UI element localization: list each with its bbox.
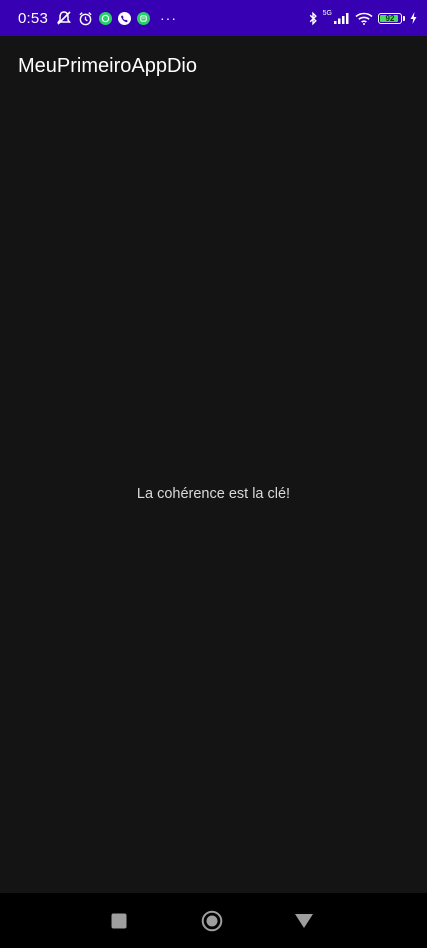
status-time: 0:53 [18, 9, 48, 27]
home-button[interactable] [196, 905, 228, 937]
battery-icon: 92 [378, 12, 402, 24]
status-bar: 0:53 ··· 5G 92 [0, 0, 427, 36]
mute-icon [56, 10, 72, 26]
recents-icon [111, 913, 127, 929]
phone-call-icon [118, 11, 131, 25]
recents-button[interactable] [103, 905, 135, 937]
network-type-label: 5G [322, 9, 332, 17]
home-icon [201, 910, 223, 932]
whatsapp-icon-2 [137, 11, 150, 25]
bluetooth-icon [308, 11, 318, 26]
signal-icon [334, 12, 350, 24]
whatsapp-icon [99, 11, 112, 25]
alarm-icon [78, 11, 93, 26]
app-title: MeuPrimeiroAppDio [18, 54, 197, 77]
battery-level-text: 92 [385, 13, 395, 23]
more-notifications-indicator: ··· [160, 10, 177, 26]
status-bar-right: 5G 92 [308, 9, 417, 26]
navigation-bar [0, 893, 427, 948]
back-icon [295, 914, 313, 928]
back-button[interactable] [288, 905, 320, 937]
app-screen: 0:53 ··· 5G 92 MeuPrimeiroAppDio La cohé… [0, 0, 427, 948]
app-bar: MeuPrimeiroAppDio [0, 36, 427, 98]
status-bar-left: 0:53 ··· [18, 10, 308, 27]
main-message: La cohérence est la clé! [136, 486, 291, 502]
charging-icon [410, 12, 417, 24]
battery-cap [403, 15, 405, 21]
wifi-icon [355, 12, 373, 25]
